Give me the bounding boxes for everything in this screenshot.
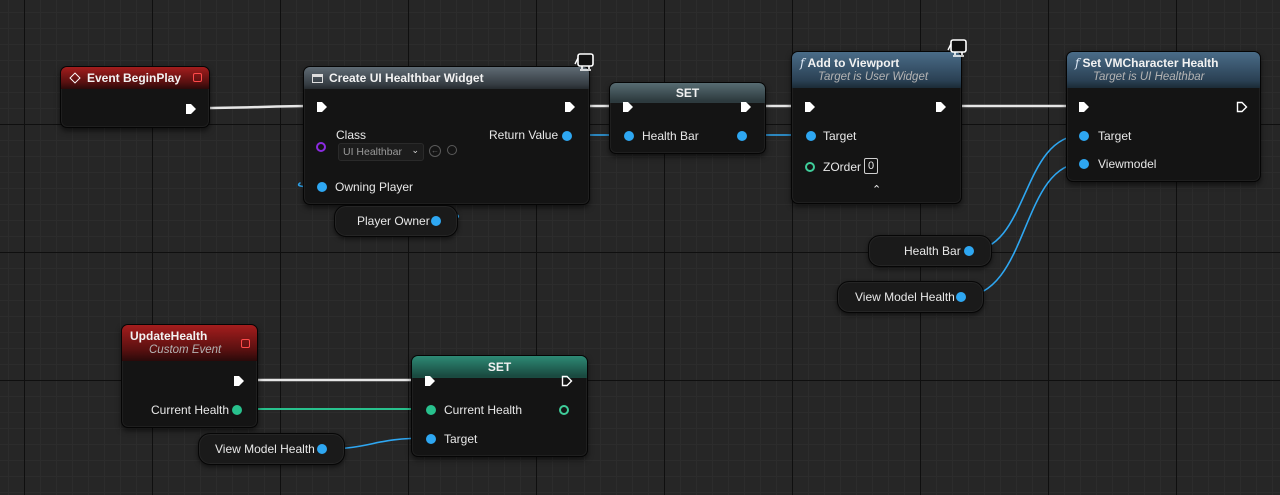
class-pin[interactable] xyxy=(316,142,326,152)
health-bar-getter-pin[interactable] xyxy=(964,246,974,256)
zorder-pin[interactable] xyxy=(805,162,815,172)
add-to-viewport-header: f Add to Viewport Target is User Widget xyxy=(792,52,961,88)
viewmodel-label: Viewmodel xyxy=(1098,157,1157,171)
set-vm-health-title: Set VMCharacter Health xyxy=(1082,56,1219,70)
update-health-event-node[interactable]: UpdateHealth Custom Event Current Health xyxy=(121,324,258,428)
function-icon: f xyxy=(1075,56,1080,70)
search-icon[interactable] xyxy=(447,145,457,155)
create-widget-header: Create UI Healthbar Widget xyxy=(304,67,589,89)
set-health-bar-header: SET xyxy=(610,83,765,103)
update-health-subtitle: Custom Event xyxy=(149,344,222,356)
exec-out-pin-unconnected[interactable] xyxy=(1236,101,1248,113)
event-beginplay-node[interactable]: Event BeginPlay xyxy=(60,66,210,128)
monitor-icon xyxy=(574,53,594,71)
event-diamond-icon xyxy=(69,72,81,84)
event-beginplay-title: Event BeginPlay xyxy=(87,71,182,85)
exec-in-pin[interactable] xyxy=(1078,101,1090,113)
return-value-pin[interactable] xyxy=(562,131,572,141)
player-owner-label: Player Owner xyxy=(357,214,430,228)
set-vm-health-header: f Set VMCharacter Health Target is UI Hea… xyxy=(1067,52,1260,88)
player-owner-getter[interactable]: Player Owner xyxy=(334,205,458,237)
target-pin[interactable] xyxy=(806,131,816,141)
current-health-out-pin[interactable] xyxy=(559,405,569,415)
current-health-in-pin[interactable] xyxy=(426,405,436,415)
create-widget-title: Create UI Healthbar Widget xyxy=(329,71,484,85)
create-widget-node[interactable]: Create UI Healthbar Widget Class UI Heal… xyxy=(303,66,590,205)
return-value-label: Return Value xyxy=(489,128,559,142)
data-wire xyxy=(960,162,1084,298)
function-icon: f xyxy=(800,56,805,70)
health-bar-getter-label: Health Bar xyxy=(904,244,961,258)
target-label: Target xyxy=(1098,129,1132,143)
browse-arrow-icon[interactable]: ← xyxy=(429,145,441,157)
add-to-viewport-node[interactable]: f Add to Viewport Target is User Widget T… xyxy=(791,51,962,204)
widget-icon xyxy=(312,73,323,83)
current-health-label: Current Health xyxy=(151,403,230,417)
add-to-viewport-subtitle: Target is User Widget xyxy=(818,71,929,83)
chevron-up-icon[interactable]: ⌃ xyxy=(872,183,881,196)
set-vm-health-node[interactable]: f Set VMCharacter Health Target is UI Hea… xyxy=(1066,51,1261,182)
class-dropdown[interactable]: UI Healthbar ⌄ xyxy=(338,143,424,161)
exec-wire xyxy=(197,104,318,110)
exec-out-pin[interactable] xyxy=(564,101,576,113)
exec-out-pin[interactable] xyxy=(740,101,752,113)
exec-in-pin[interactable] xyxy=(424,375,436,387)
update-health-title: UpdateHealth xyxy=(130,329,208,343)
class-label: Class xyxy=(336,128,367,142)
health-bar-in-pin[interactable] xyxy=(624,131,634,141)
owning-player-label: Owning Player xyxy=(335,180,414,194)
view-model-health-getter-top[interactable]: View Model Health xyxy=(837,281,984,313)
stop-square-icon xyxy=(193,73,202,82)
class-dropdown-value: UI Healthbar xyxy=(343,146,402,158)
exec-out-pin-unconnected[interactable] xyxy=(561,375,573,387)
chevron-down-icon: ⌄ xyxy=(411,145,419,155)
exec-in-pin[interactable] xyxy=(804,101,816,113)
zorder-label: ZOrder xyxy=(823,160,862,174)
health-bar-label: Health Bar xyxy=(642,129,699,143)
set-vm-health-subtitle: Target is UI Healthbar xyxy=(1093,71,1205,83)
add-to-viewport-title: Add to Viewport xyxy=(807,56,900,70)
owning-player-pin[interactable] xyxy=(317,182,327,192)
set-current-health-node[interactable]: SET Current Health Target xyxy=(411,355,588,457)
set-current-health-title: SET xyxy=(487,360,512,374)
viewmodel-pin[interactable] xyxy=(1079,159,1089,169)
monitor-icon xyxy=(947,39,967,57)
current-health-out-pin[interactable] xyxy=(232,405,242,415)
update-health-header: UpdateHealth Custom Event xyxy=(122,325,257,361)
view-model-health-label: View Model Health xyxy=(855,290,955,304)
target-pin[interactable] xyxy=(426,434,436,444)
view-model-health-pin[interactable] xyxy=(956,292,966,302)
exec-out-pin[interactable] xyxy=(185,103,197,115)
health-bar-getter[interactable]: Health Bar xyxy=(868,235,992,267)
stop-square-icon xyxy=(241,339,250,348)
view-model-health-getter-bottom[interactable]: View Model Health xyxy=(198,433,345,465)
target-pin[interactable] xyxy=(1079,131,1089,141)
player-owner-pin[interactable] xyxy=(431,216,441,226)
exec-in-pin[interactable] xyxy=(316,101,328,113)
current-health-set-label: Current Health xyxy=(444,403,523,417)
health-bar-out-pin[interactable] xyxy=(737,131,747,141)
target-label: Target xyxy=(823,129,857,143)
set-health-bar-title: SET xyxy=(675,86,700,100)
view-model-health-pin[interactable] xyxy=(317,444,327,454)
zorder-input[interactable]: 0 xyxy=(864,158,878,174)
event-beginplay-header: Event BeginPlay xyxy=(61,67,209,89)
set-health-bar-node[interactable]: SET Health Bar xyxy=(609,82,766,154)
view-model-health-label: View Model Health xyxy=(215,442,315,456)
exec-out-pin[interactable] xyxy=(233,375,245,387)
exec-out-pin[interactable] xyxy=(935,101,947,113)
target-label: Target xyxy=(444,432,478,446)
exec-in-pin[interactable] xyxy=(622,101,634,113)
